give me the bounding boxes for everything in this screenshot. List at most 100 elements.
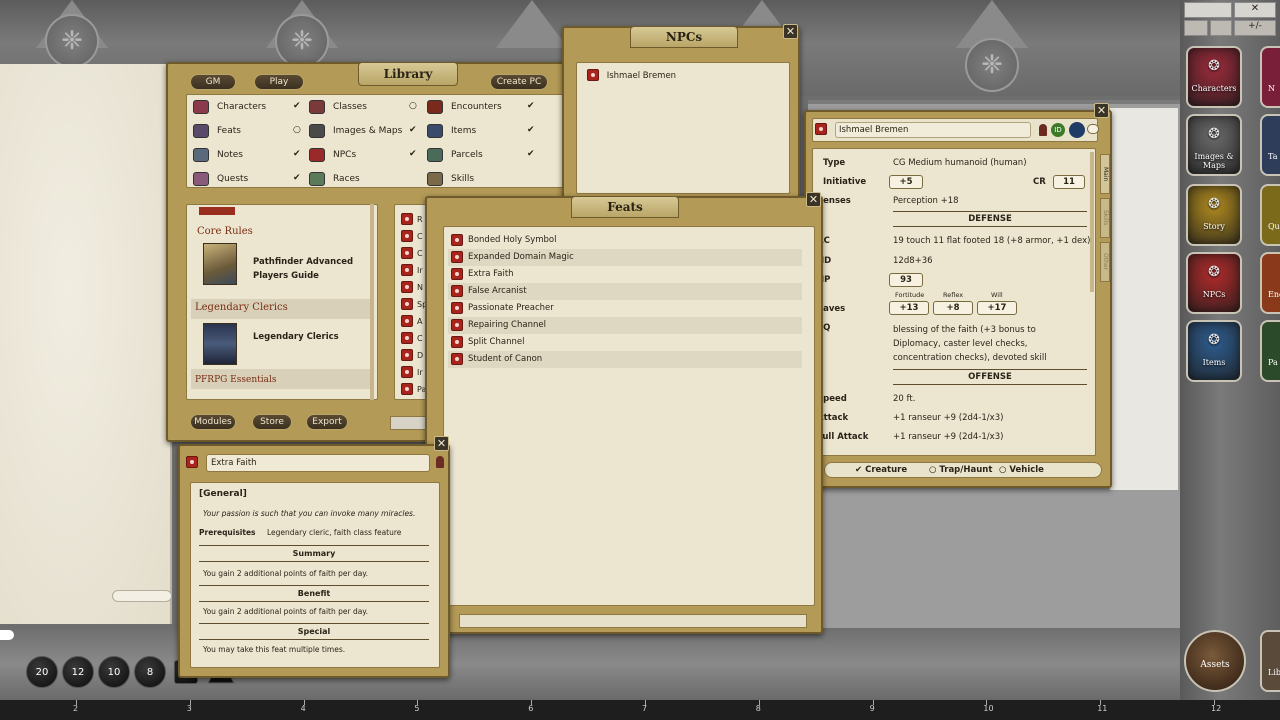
category-shared-toggle[interactable]: ✔	[409, 125, 417, 135]
stat-block-scrollbar[interactable]	[1090, 152, 1094, 292]
toolbar-gear-icon[interactable]	[1210, 20, 1232, 36]
module-content-item[interactable]: Sp	[401, 298, 427, 310]
module-book-title[interactable]: Legendary Clerics	[253, 332, 339, 342]
library-category-item[interactable]: Parcels	[427, 147, 483, 163]
npc-name-field[interactable]: Ishmael Bremen	[835, 122, 1031, 138]
library-category-item[interactable]: Images & Maps	[309, 123, 402, 139]
tab-other[interactable]: Other	[1100, 242, 1110, 282]
category-shared-toggle[interactable]: ✔	[527, 125, 535, 135]
sidebar-stub-button[interactable]: Enco	[1260, 252, 1280, 314]
die-d12[interactable]: 12	[62, 656, 94, 688]
reflex-value[interactable]: +8	[933, 301, 973, 315]
hp-value[interactable]: 93	[889, 273, 923, 287]
feats-close-button[interactable]: ✕	[806, 192, 821, 207]
category-shared-toggle[interactable]: ✔	[293, 173, 301, 183]
lock-icon[interactable]	[436, 456, 444, 468]
feat-list-item[interactable]: Bonded Holy Symbol	[448, 232, 802, 249]
module-content-item[interactable]: C	[401, 230, 423, 242]
module-content-item[interactable]: Ir	[401, 264, 423, 276]
category-shared-toggle[interactable]: ○	[409, 101, 417, 111]
library-category-item[interactable]: Races	[309, 171, 360, 187]
category-shared-toggle[interactable]: ✔	[293, 101, 301, 111]
sidebar-button-items[interactable]: ❂ Items	[1186, 320, 1242, 382]
library-category-item[interactable]: Encounters	[427, 99, 502, 115]
cr-value[interactable]: 11	[1053, 175, 1085, 189]
module-scrollbar[interactable]	[370, 204, 374, 400]
feat-list-item[interactable]: Passionate Preacher	[448, 300, 802, 317]
hotkey-bar-toggle[interactable]	[0, 630, 14, 640]
category-shared-toggle[interactable]: ○	[293, 125, 301, 135]
module-content-item[interactable]: C	[401, 332, 423, 344]
feat-list-item[interactable]: False Arcanist	[448, 283, 802, 300]
create-pc-button[interactable]: Create PC	[490, 74, 548, 90]
radio-trap-haunt[interactable]: ○ Trap/Haunt	[929, 463, 992, 477]
feat-name-field[interactable]: Extra Faith	[206, 454, 430, 472]
lock-icon[interactable]	[1039, 124, 1047, 136]
sidebar-button-story[interactable]: ❂ Story	[1186, 184, 1242, 246]
feat-list-item[interactable]: Repairing Channel	[448, 317, 802, 334]
library-category-item[interactable]: Quests	[193, 171, 248, 187]
chat-input[interactable]	[112, 590, 172, 602]
toolbar-pencil-icon[interactable]	[1184, 2, 1232, 18]
module-content-item[interactable]: Pa	[401, 383, 426, 395]
category-shared-toggle[interactable]: ✔	[527, 101, 535, 111]
category-shared-toggle[interactable]: ✔	[409, 149, 417, 159]
sidebar-button-images-maps[interactable]: ❂ Images & Maps	[1186, 114, 1242, 176]
chat-panel[interactable]	[0, 64, 172, 624]
sidebar-stub-button[interactable]: N	[1260, 46, 1280, 108]
feat-list-item[interactable]: Extra Faith	[448, 266, 802, 283]
initiative-value[interactable]: +5	[889, 175, 923, 189]
category-shared-toggle[interactable]: ✔	[293, 149, 301, 159]
category-shared-toggle[interactable]: ✔	[527, 149, 535, 159]
library-category-item[interactable]: Characters	[193, 99, 266, 115]
sidebar-stub-button[interactable]: Ta	[1260, 114, 1280, 176]
module-content-item[interactable]: A	[401, 315, 422, 327]
die-d10[interactable]: 10	[98, 656, 130, 688]
library-search-field[interactable]	[390, 416, 428, 430]
library-category-item[interactable]: Skills	[427, 171, 474, 187]
module-content-item[interactable]: Ir	[401, 366, 423, 378]
library-category-item[interactable]: Notes	[193, 147, 243, 163]
tab-main[interactable]: Main	[1100, 154, 1110, 194]
identified-icon[interactable]: ID	[1051, 123, 1065, 137]
module-content-item[interactable]: C	[401, 247, 423, 259]
gm-button[interactable]: GM	[190, 74, 236, 90]
toolbar-eye-icon[interactable]	[1184, 20, 1208, 36]
assets-button[interactable]: Assets	[1184, 630, 1246, 692]
module-content-item[interactable]: N	[401, 281, 423, 293]
library-category-item[interactable]: NPCs	[309, 147, 356, 163]
will-value[interactable]: +17	[977, 301, 1017, 315]
library-category-item[interactable]: Feats	[193, 123, 241, 139]
die-d20[interactable]: 20	[26, 656, 58, 688]
library-category-item[interactable]: Items	[427, 123, 476, 139]
library-category-item[interactable]: Classes	[309, 99, 367, 115]
npc-list-item[interactable]: Ishmael Bremen	[587, 69, 676, 81]
feat-detail-close-button[interactable]: ✕	[434, 436, 449, 451]
tab-skills[interactable]: Skills	[1100, 198, 1110, 238]
npcs-close-button[interactable]: ✕	[783, 24, 798, 39]
feat-list-item[interactable]: Split Channel	[448, 334, 802, 351]
library-stub-button[interactable]: Lib	[1260, 630, 1280, 692]
npc-token-icon[interactable]	[1069, 122, 1085, 138]
speech-bubble-icon[interactable]	[1087, 124, 1099, 134]
feat-list-item[interactable]: Expanded Domain Magic	[448, 249, 802, 266]
die-d8[interactable]: 8	[134, 656, 166, 688]
radio-vehicle[interactable]: ○ Vehicle	[999, 463, 1044, 477]
modules-button[interactable]: Modules	[190, 414, 236, 430]
feat-list-item[interactable]: Student of Canon	[448, 351, 802, 368]
sidebar-button-characters[interactable]: ❂ Characters	[1186, 46, 1242, 108]
module-content-item[interactable]: R	[401, 213, 423, 225]
module-content-item[interactable]: D	[401, 349, 423, 361]
npc-sheet-close-button[interactable]: ✕	[1094, 103, 1109, 118]
sidebar-stub-button[interactable]: Pa	[1260, 320, 1280, 382]
fortitude-value[interactable]: +13	[889, 301, 929, 315]
play-button[interactable]: Play	[254, 74, 304, 90]
sidebar-button-npcs[interactable]: ❂ NPCs	[1186, 252, 1242, 314]
export-button[interactable]: Export	[306, 414, 348, 430]
toolbar-tools-icon[interactable]: ✕	[1234, 2, 1276, 18]
feats-filter-field[interactable]	[459, 614, 807, 628]
radio-creature[interactable]: ✔ Creature	[855, 463, 907, 477]
store-button[interactable]: Store	[252, 414, 292, 430]
module-book-title[interactable]: Pathfinder Advanced Players Guide	[253, 255, 363, 283]
toolbar-modifier-icon[interactable]: +/-	[1234, 20, 1276, 36]
